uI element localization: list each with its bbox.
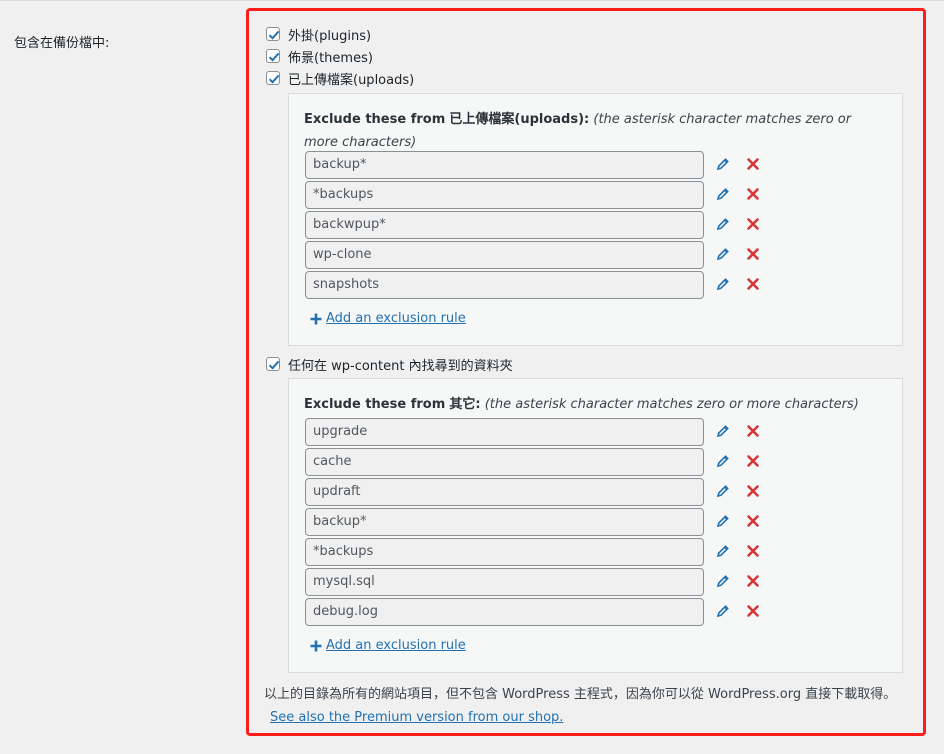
delete-x-icon[interactable] — [745, 186, 761, 202]
pencil-icon[interactable] — [715, 483, 731, 499]
checkbox-others[interactable] — [266, 357, 280, 371]
checkmark-icon — [268, 74, 280, 84]
plus-icon — [310, 640, 322, 651]
add-exclusion-rule-label[interactable]: Add an exclusion rule — [326, 311, 466, 326]
exclusion-rule-input[interactable]: backwpup* — [305, 211, 704, 239]
pencil-icon[interactable] — [715, 276, 731, 292]
add-exclusion-rule-link[interactable]: Add an exclusion rule — [309, 638, 466, 653]
checkbox-uploads-label: 已上傳檔案(uploads) — [288, 72, 415, 88]
exclusion-rule-input[interactable]: upgrade — [305, 418, 704, 446]
exclusion-rule-input[interactable]: *backups — [305, 538, 704, 566]
delete-x-icon[interactable] — [745, 216, 761, 232]
checkbox-themes-label: 佈景(themes) — [288, 50, 373, 66]
exclusion-rule-input[interactable]: debug.log — [305, 598, 704, 626]
heading-note: (the asterisk character matches zero or … — [484, 397, 859, 412]
pencil-icon[interactable] — [715, 573, 731, 589]
exclusion-rule-input[interactable]: backup* — [305, 508, 704, 536]
exclusion-rule-input[interactable]: mysql.sql — [305, 568, 704, 596]
directory-footnote: 以上的目錄為所有的網站項目，但不包含 WordPress 主程式，因為你可以從 … — [264, 683, 904, 729]
pencil-icon[interactable] — [715, 543, 731, 559]
add-exclusion-rule-link[interactable]: Add an exclusion rule — [309, 311, 466, 326]
checkmark-icon — [268, 52, 280, 62]
delete-x-icon[interactable] — [745, 453, 761, 469]
checkmark-icon — [268, 360, 280, 370]
checkbox-themes[interactable] — [266, 49, 280, 63]
pencil-icon[interactable] — [715, 156, 731, 172]
delete-x-icon[interactable] — [745, 246, 761, 262]
add-exclusion-rule-label[interactable]: Add an exclusion rule — [326, 638, 466, 653]
checkbox-others-row[interactable]: 任何在 wp-content 內找尋到的資料夾 — [266, 355, 513, 374]
checkbox-plugins-label: 外掛(plugins) — [288, 28, 372, 44]
heading-bold: Exclude these from — [304, 397, 446, 412]
top-divider — [0, 0, 944, 1]
checkbox-uploads[interactable] — [266, 71, 280, 85]
exclusion-rule-input[interactable]: backup* — [305, 151, 704, 179]
delete-x-icon[interactable] — [745, 423, 761, 439]
heading-target: 其它: — [449, 397, 481, 412]
pencil-icon[interactable] — [715, 186, 731, 202]
premium-version-link[interactable]: See also the Premium version from our sh… — [270, 710, 563, 725]
exclusion-rule-input[interactable]: cache — [305, 448, 704, 476]
delete-x-icon[interactable] — [745, 573, 761, 589]
delete-x-icon[interactable] — [745, 543, 761, 559]
checkbox-plugins-row[interactable]: 外掛(plugins) — [266, 25, 372, 44]
heading-bold: Exclude these from — [304, 112, 446, 127]
pencil-icon[interactable] — [715, 246, 731, 262]
delete-x-icon[interactable] — [745, 156, 761, 172]
uploads-exclusion-panel: Exclude these from 已上傳檔案(uploads): (the … — [288, 93, 903, 346]
checkbox-themes-row[interactable]: 佈景(themes) — [266, 47, 373, 66]
exclusion-rule-input[interactable]: *backups — [305, 181, 704, 209]
setting-label: 包含在備份檔中: — [14, 36, 110, 51]
others-exclusion-panel: Exclude these from 其它: (the asterisk cha… — [288, 378, 903, 673]
pencil-icon[interactable] — [715, 513, 731, 529]
exclusion-rule-input[interactable]: wp-clone — [305, 241, 704, 269]
delete-x-icon[interactable] — [745, 513, 761, 529]
others-exclusion-heading: Exclude these from 其它: (the asterisk cha… — [304, 393, 864, 416]
exclusion-rule-input[interactable]: updraft — [305, 478, 704, 506]
uploads-exclusion-heading: Exclude these from 已上傳檔案(uploads): (the … — [304, 108, 864, 154]
delete-x-icon[interactable] — [745, 603, 761, 619]
exclusion-rule-input[interactable]: snapshots — [305, 271, 704, 299]
delete-x-icon[interactable] — [745, 276, 761, 292]
checkbox-plugins[interactable] — [266, 27, 280, 41]
plus-icon — [310, 313, 322, 324]
checkbox-others-label: 任何在 wp-content 內找尋到的資料夾 — [288, 358, 513, 374]
footnote-text: 以上的目錄為所有的網站項目，但不包含 WordPress 主程式，因為你可以從 … — [264, 687, 897, 702]
pencil-icon[interactable] — [715, 423, 731, 439]
pencil-icon[interactable] — [715, 453, 731, 469]
heading-target: 已上傳檔案(uploads): — [449, 112, 590, 127]
pencil-icon[interactable] — [715, 603, 731, 619]
delete-x-icon[interactable] — [745, 483, 761, 499]
checkmark-icon — [268, 30, 280, 40]
pencil-icon[interactable] — [715, 216, 731, 232]
checkbox-uploads-row[interactable]: 已上傳檔案(uploads) — [266, 69, 415, 88]
